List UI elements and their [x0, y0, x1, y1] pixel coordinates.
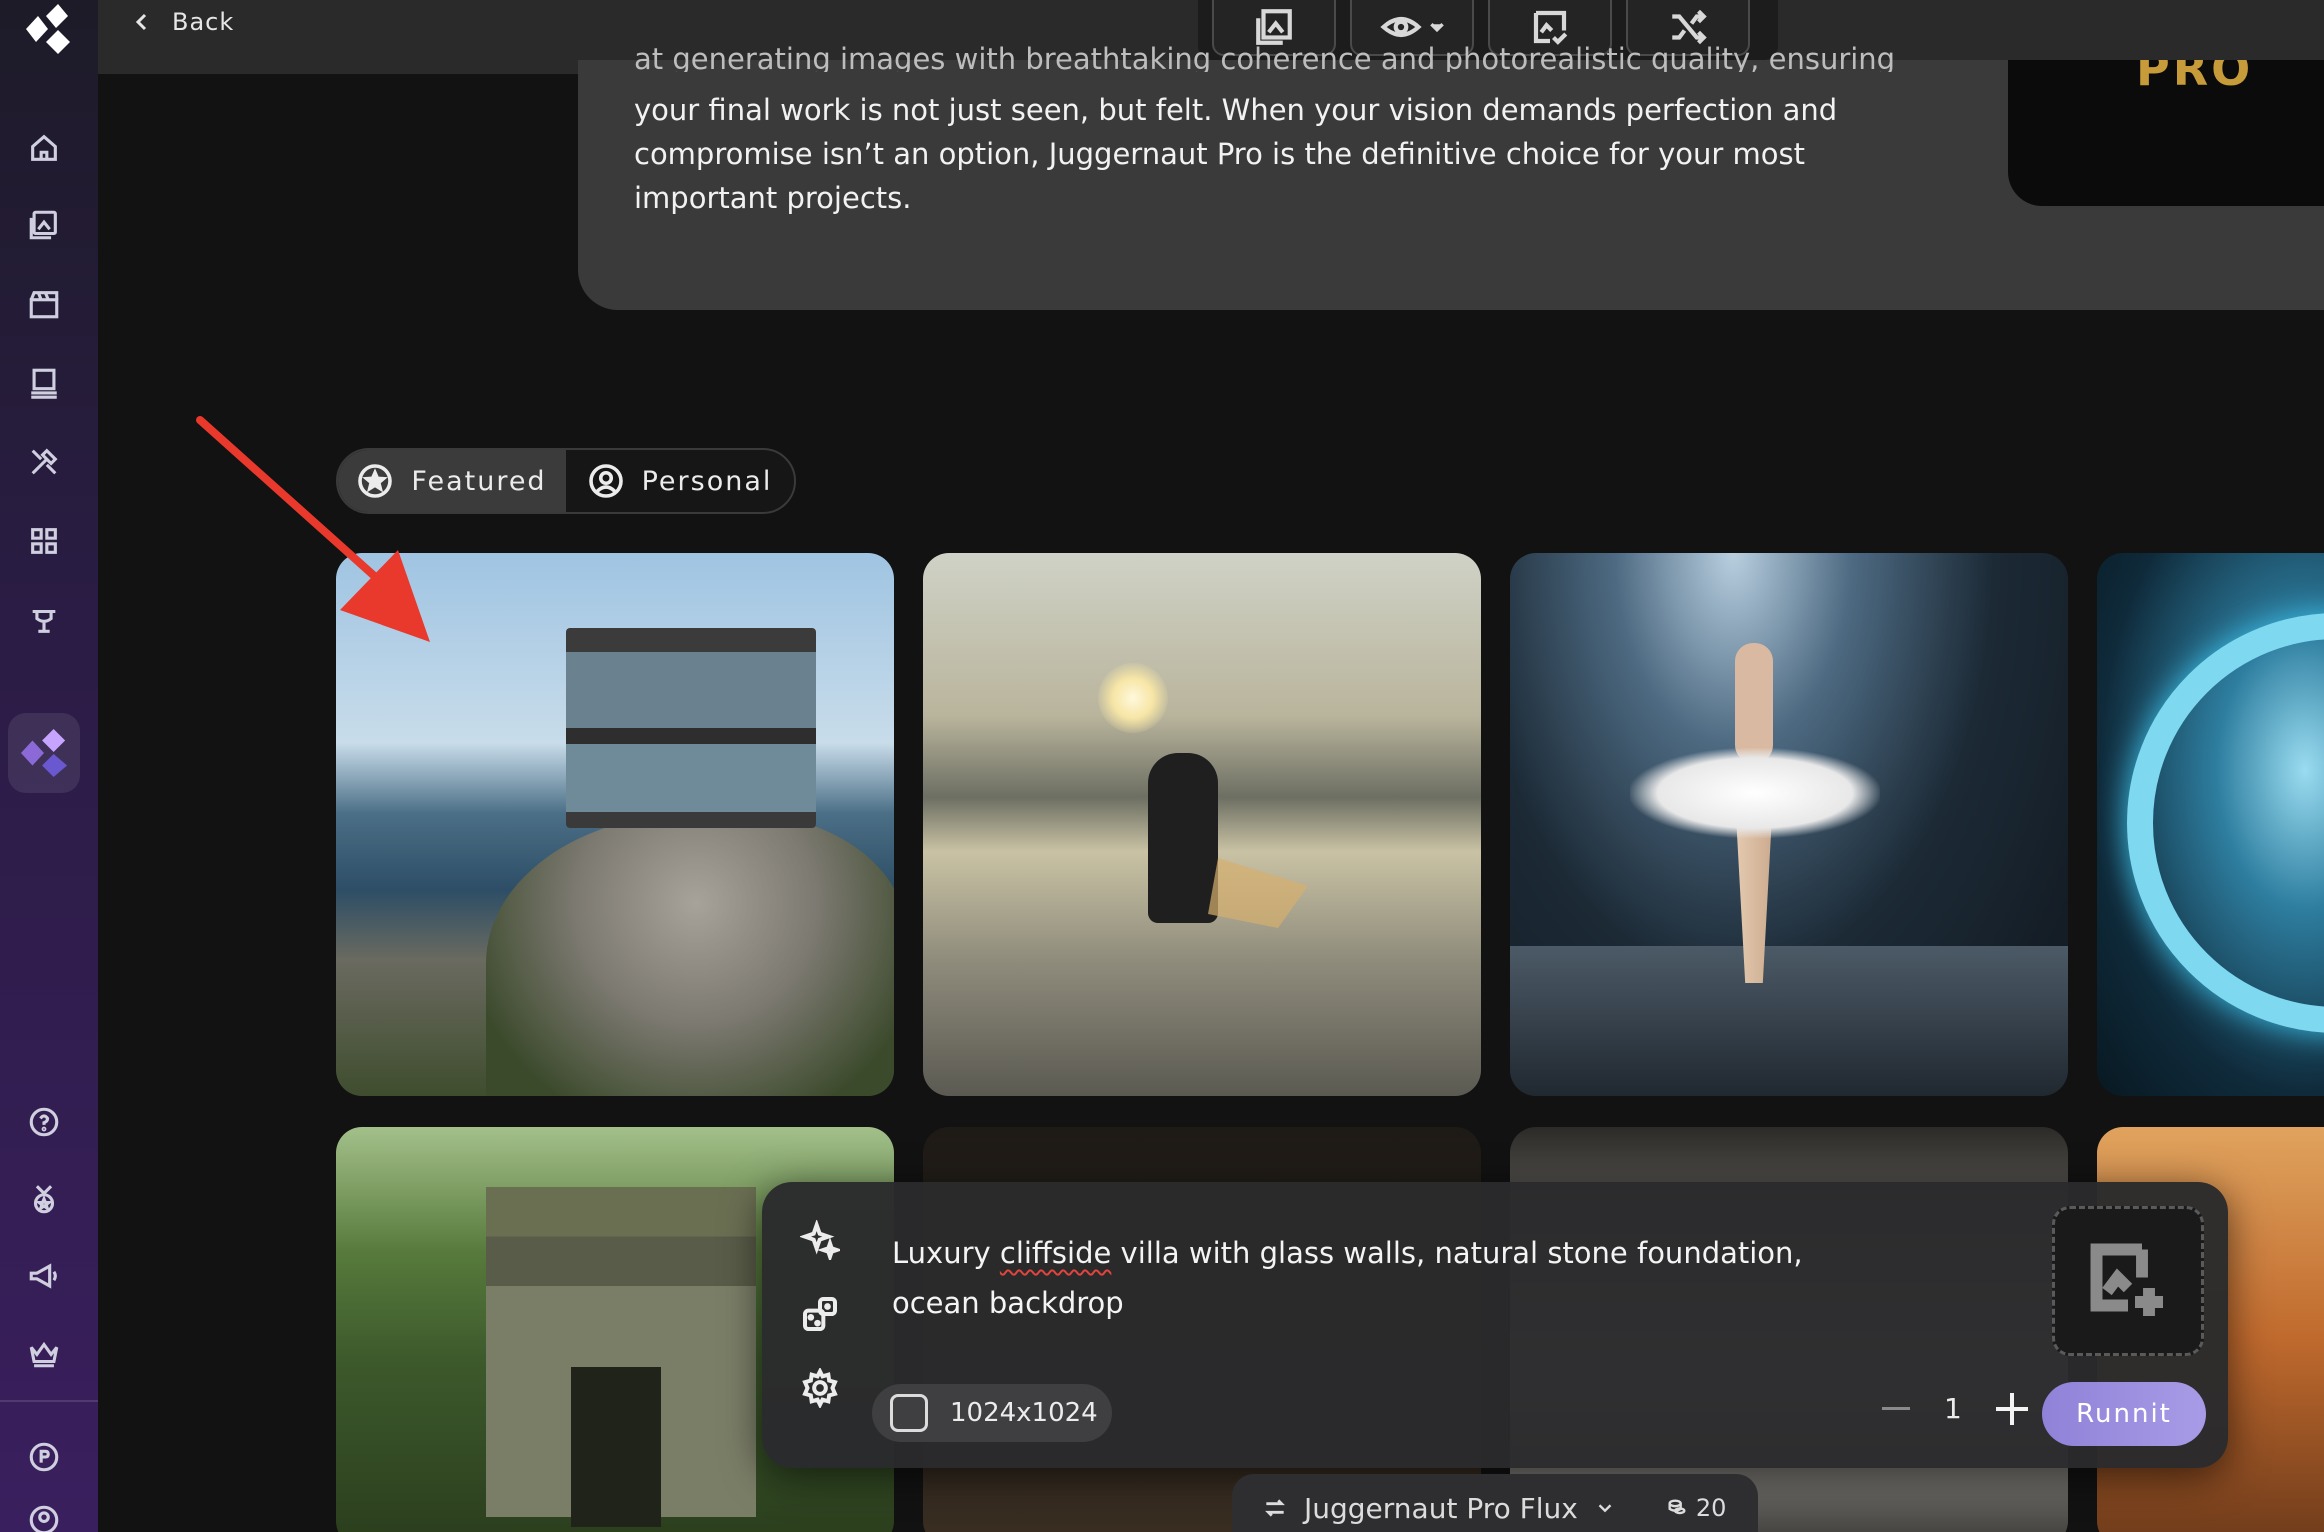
gallery-image-fisherman[interactable] [923, 553, 1481, 1096]
quantity-stepper: 1 [1882, 1392, 2028, 1425]
swap-arrows-icon [1265, 1499, 1285, 1517]
sidebar-item-brand-active[interactable] [8, 713, 80, 793]
back-button[interactable]: Back [132, 2, 234, 42]
description-cut-line: at generating images with breathtaking c… [634, 42, 1896, 72]
image-upload-dropzone[interactable] [2052, 1206, 2204, 1356]
dancer-body [1735, 643, 1773, 763]
user-circle-icon [588, 464, 623, 498]
stage-floor [1510, 946, 2068, 1096]
model-name: Juggernaut Pro Flux [1304, 1491, 1578, 1525]
user-icon[interactable] [24, 1500, 64, 1532]
badge-icon[interactable] [24, 1179, 64, 1219]
villa-building [566, 628, 816, 828]
gallery-image-sci-fi-portal[interactable] [2097, 553, 2324, 1096]
apps-icon[interactable] [24, 521, 64, 561]
prompt-panel: Luxury cliffside villa with glass walls,… [762, 1182, 2228, 1468]
trophy-icon[interactable] [24, 600, 64, 640]
coins-icon [1668, 1499, 1686, 1515]
run-button[interactable]: Runnit [2042, 1382, 2206, 1446]
temple-door [571, 1367, 661, 1527]
quantity-value: 1 [1944, 1392, 1962, 1425]
profile-p-icon[interactable] [24, 1437, 64, 1477]
fishing-net [1208, 858, 1308, 928]
model-selector[interactable]: Juggernaut Pro Flux 20 [1232, 1474, 1758, 1532]
square-ratio-icon [890, 1394, 928, 1432]
portal-ring [2127, 613, 2324, 1033]
annotation-arrow-icon [196, 416, 430, 642]
increase-quantity-button[interactable] [1995, 1392, 2028, 1425]
brand-icon [20, 729, 68, 777]
tab-personal[interactable]: Personal [566, 450, 794, 512]
crown-icon[interactable] [24, 1333, 64, 1373]
chevron-down-icon [1598, 1504, 1612, 1513]
decrease-quantity-button[interactable] [1882, 1407, 1910, 1410]
caret-down-icon [1430, 23, 1444, 33]
megaphone-icon[interactable] [24, 1256, 64, 1296]
size-label: 1024x1024 [950, 1398, 1098, 1428]
sparkles-icon [800, 1220, 840, 1260]
tab-personal-label: Personal [641, 465, 773, 497]
app-logo-icon[interactable] [16, 4, 76, 54]
sun [1098, 663, 1168, 733]
sidebar-divider [0, 1400, 98, 1402]
gallery-image-ballerina[interactable] [1510, 553, 2068, 1096]
random-prompt-button[interactable] [798, 1292, 842, 1336]
credits-value: 20 [1695, 1494, 1727, 1522]
chevron-left-icon [135, 13, 147, 31]
help-icon[interactable] [24, 1102, 64, 1142]
tools-icon[interactable] [24, 442, 64, 482]
rock-cliff [486, 813, 894, 1096]
home-icon[interactable] [24, 128, 64, 168]
prompt-text-start: Luxury [892, 1236, 1000, 1270]
layers-icon[interactable] [24, 363, 64, 403]
credits-counter: 20 [1666, 1494, 1727, 1522]
aspect-size-selector[interactable]: 1024x1024 [872, 1384, 1112, 1442]
back-label: Back [172, 8, 235, 36]
settings-button[interactable] [798, 1366, 842, 1410]
enhance-prompt-button[interactable] [798, 1218, 842, 1262]
description-paragraph: your final work is not just seen, but fe… [634, 93, 1838, 215]
fisherman-figure [1148, 753, 1218, 923]
gear-icon [802, 1368, 838, 1408]
prompt-misspelled-word: cliffside [999, 1236, 1112, 1270]
thumbnail-text: PRO [2136, 60, 2254, 96]
sidebar [0, 0, 98, 1532]
prompt-input[interactable]: Luxury cliffside villa with glass walls,… [892, 1228, 1892, 1328]
dice-icon [803, 1297, 837, 1331]
model-thumbnail: PRO [2008, 60, 2324, 206]
images-icon[interactable] [24, 205, 64, 245]
tutu [1630, 748, 1880, 838]
video-icon[interactable] [24, 284, 64, 324]
add-image-icon [2090, 1243, 2163, 1316]
